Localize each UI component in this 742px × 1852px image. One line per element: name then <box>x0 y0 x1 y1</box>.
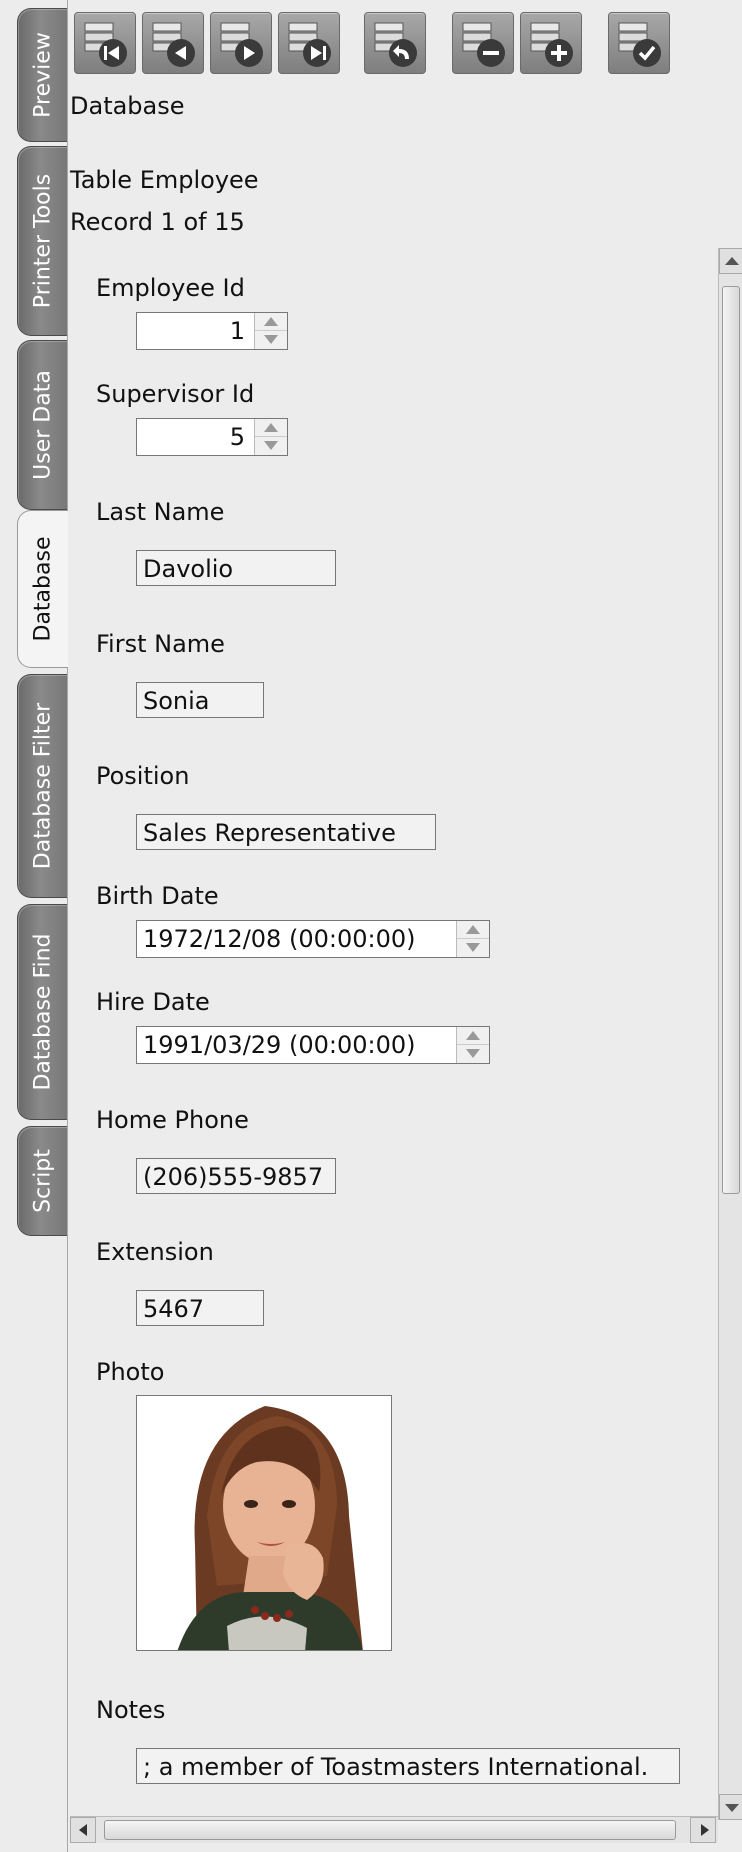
employee-photo-image <box>137 1396 391 1650</box>
vertical-scroll-thumb[interactable] <box>722 286 740 1194</box>
supervisor-id-label: Supervisor Id <box>96 380 255 408</box>
vertical-scrollbar[interactable] <box>718 248 742 1820</box>
add-record-icon <box>530 22 573 67</box>
undo-record-button[interactable] <box>364 12 426 74</box>
record-form: Employee Id 1 Supervisor Id 5 Last Name … <box>70 240 710 1810</box>
employee-id-label: Employee Id <box>96 274 245 302</box>
birth-date-label: Birth Date <box>96 882 219 910</box>
position-label: Position <box>96 762 190 790</box>
arrow-up-icon <box>725 257 739 265</box>
arrow-right-icon <box>701 1824 709 1836</box>
employee-id-spin-buttons <box>254 313 287 349</box>
employee-id-spinner[interactable]: 1 <box>136 312 288 350</box>
scroll-up-button[interactable] <box>719 248 742 274</box>
horizontal-scrollbar[interactable] <box>70 1816 718 1843</box>
birth-date-value: 1972/12/08 (00:00:00) <box>143 925 416 953</box>
record-position: Record 1 of 15 <box>70 208 245 236</box>
spin-up-button[interactable] <box>457 1027 489 1045</box>
tab-label: Script <box>30 1149 56 1213</box>
last-name-field[interactable]: Davolio <box>136 550 336 586</box>
tab-label: Database <box>30 536 56 642</box>
employee-photo[interactable] <box>136 1395 392 1651</box>
spin-up-button[interactable] <box>255 419 287 437</box>
delete-record-button[interactable] <box>452 12 514 74</box>
undo-record-icon <box>374 22 417 67</box>
arrow-up-icon <box>466 925 480 934</box>
spin-down-button[interactable] <box>457 939 489 957</box>
next-record-button[interactable] <box>210 12 272 74</box>
tab-database[interactable]: Database <box>17 510 68 668</box>
first-name-label: First Name <box>96 630 225 658</box>
supervisor-id-value: 5 <box>229 423 245 451</box>
home-phone-field[interactable]: (206)555-9857 <box>136 1158 336 1194</box>
add-record-button[interactable] <box>520 12 582 74</box>
post-record-icon <box>618 22 661 67</box>
hire-date-value: 1991/03/29 (00:00:00) <box>143 1031 416 1059</box>
photo-label: Photo <box>96 1358 165 1386</box>
first-record-icon <box>84 22 127 67</box>
arrow-up-icon <box>466 1031 480 1040</box>
arrow-down-icon <box>466 1049 480 1058</box>
tab-database-find[interactable]: Database Find <box>17 904 68 1120</box>
arrow-up-icon <box>264 317 278 326</box>
tab-user-data[interactable]: User Data <box>17 340 68 510</box>
tab-strip: Preview Printer Tools User Data Database… <box>0 0 68 1852</box>
first-record-button[interactable] <box>74 12 136 74</box>
last-name-label: Last Name <box>96 498 225 526</box>
position-field[interactable]: Sales Representative <box>136 814 436 850</box>
post-record-button[interactable] <box>608 12 670 74</box>
supervisor-id-spinner[interactable]: 5 <box>136 418 288 456</box>
next-record-icon <box>220 22 263 67</box>
arrow-down-icon <box>264 335 278 344</box>
previous-record-button[interactable] <box>142 12 204 74</box>
scroll-down-button[interactable] <box>719 1794 742 1820</box>
arrow-down-icon <box>725 1804 739 1812</box>
spin-down-button[interactable] <box>255 437 287 455</box>
section-title: Database <box>70 92 185 120</box>
scroll-left-button[interactable] <box>70 1817 96 1843</box>
previous-record-icon <box>152 22 195 67</box>
home-phone-label: Home Phone <box>96 1106 249 1134</box>
last-record-icon <box>288 22 331 67</box>
hire-date-label: Hire Date <box>96 988 210 1016</box>
tab-label: Preview <box>30 32 56 118</box>
tab-printer-tools[interactable]: Printer Tools <box>17 146 68 336</box>
tab-strip-border <box>67 0 68 1852</box>
employee-id-value: 1 <box>229 317 245 345</box>
scroll-right-button[interactable] <box>690 1817 716 1843</box>
tab-label: Printer Tools <box>30 173 56 309</box>
spin-up-button[interactable] <box>255 313 287 331</box>
tab-label: Database Find <box>30 933 56 1091</box>
hire-date-spin-buttons <box>456 1027 489 1063</box>
birth-date-spin-buttons <box>456 921 489 957</box>
supervisor-id-spin-buttons <box>254 419 287 455</box>
last-record-button[interactable] <box>278 12 340 74</box>
tab-label: User Data <box>30 370 56 480</box>
notes-field[interactable]: ; a member of Toastmasters International… <box>136 1748 680 1784</box>
tab-label: Database Filter <box>30 702 56 870</box>
tab-script[interactable]: Script <box>17 1126 68 1236</box>
spin-down-button[interactable] <box>255 331 287 349</box>
arrow-up-icon <box>264 423 278 432</box>
extension-field[interactable]: 5467 <box>136 1290 264 1326</box>
horizontal-scroll-thumb[interactable] <box>104 1820 676 1840</box>
birth-date-spinner[interactable]: 1972/12/08 (00:00:00) <box>136 920 490 958</box>
first-name-field[interactable]: Sonia <box>136 682 264 718</box>
spin-up-button[interactable] <box>457 921 489 939</box>
extension-label: Extension <box>96 1238 214 1266</box>
tab-database-filter[interactable]: Database Filter <box>17 674 68 898</box>
tab-preview[interactable]: Preview <box>17 8 68 142</box>
arrow-down-icon <box>264 441 278 450</box>
hire-date-spinner[interactable]: 1991/03/29 (00:00:00) <box>136 1026 490 1064</box>
arrow-left-icon <box>79 1824 87 1836</box>
notes-label: Notes <box>96 1696 166 1724</box>
delete-record-icon <box>462 22 505 67</box>
arrow-down-icon <box>466 943 480 952</box>
spin-down-button[interactable] <box>457 1045 489 1063</box>
table-name: Table Employee <box>70 166 259 194</box>
